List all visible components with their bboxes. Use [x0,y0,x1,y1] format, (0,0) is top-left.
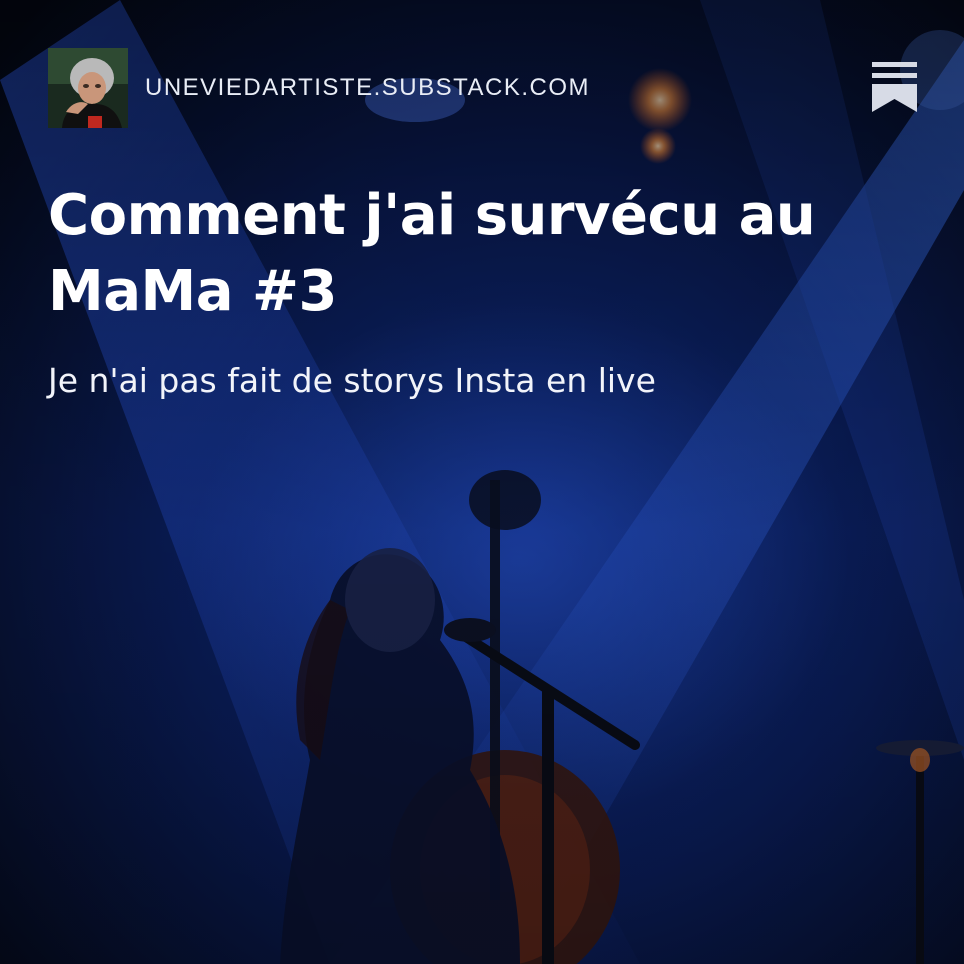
post-subtitle: Je n'ai pas fait de storys Insta en live [48,361,656,400]
post-share-card: UNEVIEDARTISTE.SUBSTACK.COM Comment j'ai… [0,0,964,964]
publication-domain[interactable]: UNEVIEDARTISTE.SUBSTACK.COM [145,74,590,102]
author-avatar[interactable] [48,48,128,128]
concert-background-photo [0,0,964,964]
substack-bookmark-logo [872,62,917,112]
post-title: Comment j'ai survécu au MaMa #3 [48,183,816,324]
